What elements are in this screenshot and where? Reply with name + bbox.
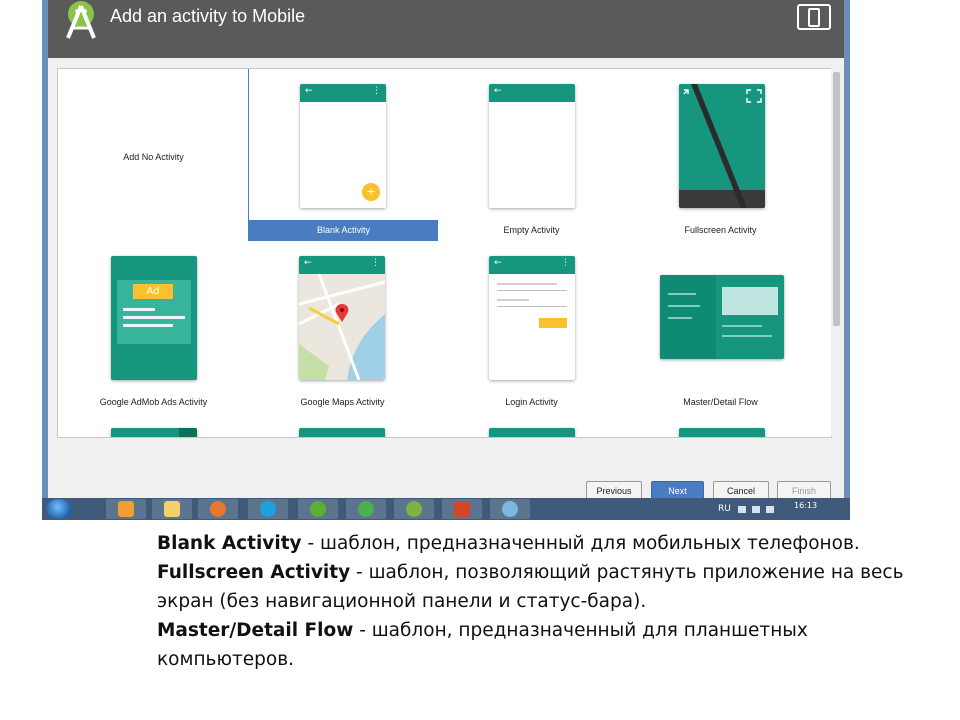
map-graphic [299,274,385,380]
dialog-title-bar: Add an activity to Mobile [48,0,844,58]
android-studio-logo-icon [66,1,96,39]
description-line: Fullscreen Activity - шаблон, позволяющи… [157,562,904,583]
blank-activity-preview: ← ⋮ + [300,84,386,208]
term: Fullscreen Activity [157,562,351,583]
partial-preview [489,428,575,437]
description-line: Blank Activity - шаблон, предназначенный… [157,533,860,554]
fab-plus-icon: + [362,183,380,201]
fullscreen-diagonal-graphic [679,84,765,208]
fullscreen-activity-preview [679,84,765,208]
template-label: Add No Activity [123,152,184,162]
start-menu-icon[interactable] [46,499,72,519]
template-fullscreen-activity[interactable]: Fullscreen Activity [626,69,815,241]
activity-template-gallery: Add No Activity ← ⋮ + Blank Activity ← Em… [57,68,832,438]
template-admob-activity[interactable]: Ad Google AdMob Ads Activity [59,241,248,413]
template-partial-row-item[interactable] [248,413,437,437]
template-partial-row-item[interactable] [437,413,626,437]
maps-activity-preview: ← ⋮ [299,256,385,380]
window-border-right [844,0,850,498]
ad-card: Ad [117,280,191,344]
windows-taskbar: RU 16:13 [42,498,850,520]
term: Master/Detail Flow [157,620,354,641]
template-google-maps-activity[interactable]: ← ⋮ Google Maps Activity [248,241,437,413]
template-login-activity[interactable]: ← ⋮ Login Activity [437,241,626,413]
partial-preview [299,428,385,437]
template-add-no-activity[interactable]: Add No Activity [59,69,248,241]
template-blank-activity[interactable]: ← ⋮ + Blank Activity [248,69,438,241]
file-explorer-icon[interactable] [152,499,192,519]
login-activity-preview: ← ⋮ [489,256,575,380]
paint-icon[interactable] [490,499,530,519]
android-studio-icon[interactable] [394,499,434,519]
skype-icon[interactable] [248,499,288,519]
template-label: Fullscreen Activity [684,225,757,235]
window-border-left [42,0,48,498]
preview-app-bar: ← ⋮ [489,256,575,274]
preview-app-bar: ← ⋮ [300,84,386,102]
template-label: Google Maps Activity [300,397,385,407]
outlook-icon[interactable] [106,499,146,519]
partial-preview [679,428,765,437]
tray-icon[interactable] [766,506,774,513]
preview-app-bar: ← ⋮ [299,256,385,274]
language-indicator[interactable]: RU [718,504,731,514]
gallery-scrollbar[interactable] [831,68,843,436]
spotify-icon[interactable] [346,499,386,519]
template-master-detail-flow[interactable]: Master/Detail Flow [626,241,815,413]
clock[interactable]: 16:13 [794,501,817,510]
master-detail-preview [660,275,784,359]
tray-icon[interactable] [738,506,746,513]
admob-activity-preview: Ad [111,256,197,380]
template-empty-activity[interactable]: ← Empty Activity [437,69,626,241]
description-line: компьютеров. [157,649,295,670]
template-label: Empty Activity [503,225,560,235]
dialog-title: Add an activity to Mobile [110,6,306,26]
ad-badge: Ad [133,284,173,299]
template-label: Google AdMob Ads Activity [99,397,208,407]
template-label: Login Activity [505,397,558,407]
template-partial-row-item[interactable] [626,413,815,437]
powerpoint-icon[interactable] [442,499,482,519]
template-label: Blank Activity [249,220,438,241]
scrollbar-thumb[interactable] [833,72,840,326]
template-label: Master/Detail Flow [683,397,758,407]
empty-activity-preview: ← [489,84,575,208]
firefox-icon[interactable] [198,499,238,519]
term: Blank Activity [157,533,302,554]
phone-tablet-device-icon [797,4,831,30]
partial-preview [111,428,197,437]
description-line: Master/Detail Flow - шаблон, предназначе… [157,620,808,641]
description-line: экран (без навигационной панели и статус… [157,591,647,612]
screenshot: Add an activity to Mobile Add No Activit… [42,0,850,520]
utorrent-icon[interactable] [298,499,338,519]
template-partial-row-item[interactable] [59,413,248,437]
slide-description: Blank Activity - шаблон, предназначенный… [157,529,947,674]
tray-icon[interactable] [752,506,760,513]
preview-app-bar: ← [489,84,575,102]
